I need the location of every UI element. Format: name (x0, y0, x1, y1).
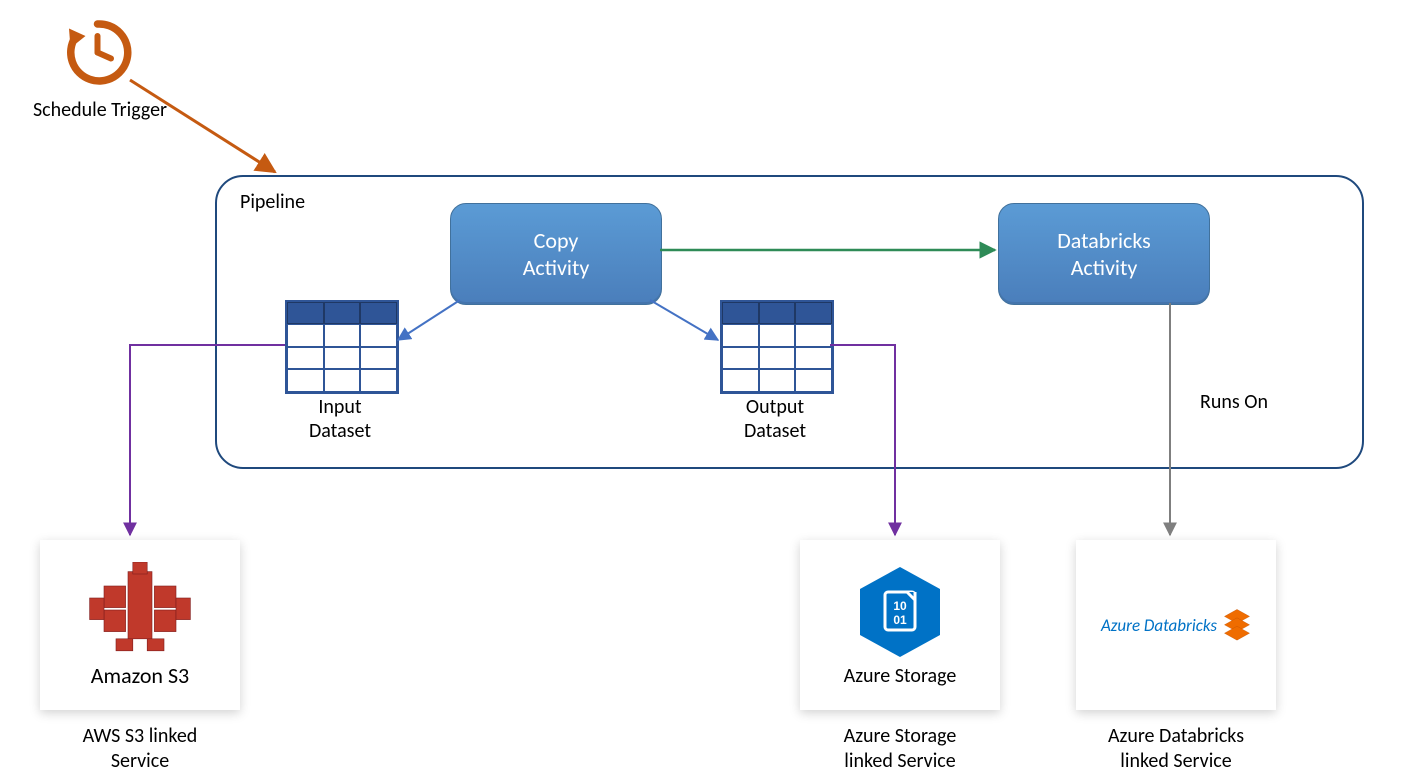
azure-databricks-caption: Azure Databricks linked Service (1076, 724, 1276, 774)
azure-storage-tile: 10 01 Azure Storage (800, 540, 1000, 710)
schedule-trigger-label: Schedule Trigger (10, 98, 190, 122)
runs-on-label: Runs On (1200, 390, 1268, 414)
azure-databricks-tile: Azure Databricks (1076, 540, 1276, 710)
copy-activity-box: Copy Activity (450, 203, 662, 305)
amazon-s3-icon (80, 562, 200, 658)
amazon-s3-caption: AWS S3 linked Service (40, 724, 240, 774)
input-dataset-icon (285, 300, 399, 394)
amazon-s3-tile-text: Amazon S3 (91, 662, 189, 689)
azure-databricks-tile-text: Azure Databricks (1101, 615, 1217, 636)
databricks-logo-icon (1223, 608, 1251, 643)
input-dataset-label: Input Dataset (285, 395, 395, 443)
output-dataset-icon (720, 300, 834, 394)
output-dataset-label: Output Dataset (720, 395, 830, 443)
databricks-activity-box: Databricks Activity (998, 203, 1210, 305)
azure-storage-icon: 10 01 (850, 562, 950, 662)
schedule-trigger-icon (60, 15, 135, 90)
azure-storage-tile-text: Azure Storage (844, 664, 957, 688)
connector-trigger-to-pipeline (130, 80, 275, 172)
svg-text:10: 10 (893, 599, 907, 613)
azure-storage-caption: Azure Storage linked Service (800, 724, 1000, 774)
svg-text:01: 01 (893, 613, 907, 627)
pipeline-label: Pipeline (240, 190, 305, 214)
amazon-s3-tile: Amazon S3 (40, 540, 240, 710)
